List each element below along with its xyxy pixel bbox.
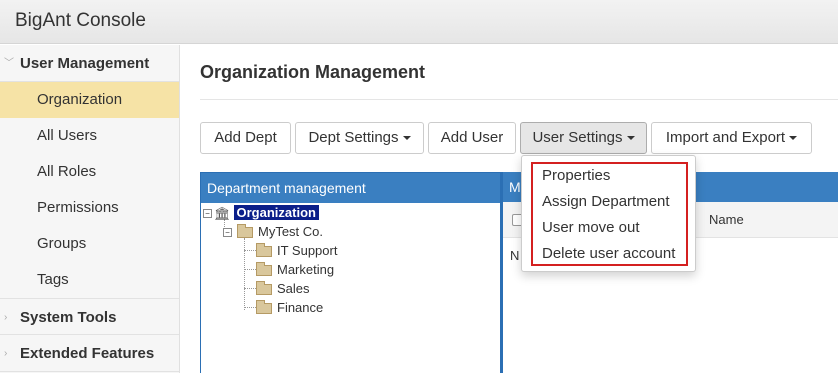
tree-connector (244, 250, 256, 251)
tree-node-label: Organization (233, 205, 319, 220)
tree-node-department[interactable]: Marketing (256, 262, 334, 278)
add-user-button[interactable]: Add User (428, 122, 516, 154)
caret-down-icon (789, 136, 798, 141)
import-export-label: Import and Export (665, 129, 786, 146)
chevron-right-icon: › (4, 348, 8, 359)
add-dept-label: Add Dept (214, 129, 277, 146)
user-settings-dropdown: Properties Assign Department User move o… (521, 155, 696, 272)
folder-icon (256, 243, 272, 258)
tree-node-label: IT Support (277, 243, 338, 258)
tree-node-department[interactable]: IT Support (256, 243, 337, 259)
caret-down-icon (402, 136, 411, 141)
sidebar-item-tags[interactable]: Tags (0, 262, 179, 298)
sidebar-section-extended-features[interactable]: › Extended Features (0, 335, 179, 372)
building-icon: 🏛 (214, 205, 231, 221)
add-user-label: Add User (440, 129, 504, 146)
main-content: Organization Management Add Dept Dept Se… (181, 45, 838, 373)
tree-connector (244, 269, 256, 270)
tree-node-label: Finance (277, 300, 324, 315)
user-settings-button[interactable]: User Settings (520, 122, 647, 154)
folder-icon (237, 224, 253, 239)
dept-settings-label: Dept Settings (308, 129, 399, 146)
add-dept-button[interactable]: Add Dept (200, 122, 291, 154)
menu-item-user-move-out[interactable]: User move out (542, 219, 640, 236)
tree-connector (244, 288, 256, 289)
tree-node-company[interactable]: − MyTest Co. (223, 224, 323, 240)
table-row: N (510, 248, 520, 263)
folder-icon (256, 262, 272, 277)
tree-node-department[interactable]: Sales (256, 281, 310, 297)
column-header-name[interactable]: Name (709, 212, 744, 227)
menu-item-delete-user-account[interactable]: Delete user account (542, 245, 675, 262)
collapse-icon[interactable]: − (223, 228, 232, 238)
department-panel: Department management − 🏛 Organization − My… (200, 172, 501, 373)
menu-item-properties[interactable]: Properties (542, 167, 610, 184)
user-settings-label: User Settings (532, 129, 623, 146)
sidebar-section-system-tools[interactable]: › System Tools (0, 298, 179, 335)
tree-node-label: Marketing (277, 262, 335, 277)
sidebar-item-permissions[interactable]: Permissions (0, 190, 179, 226)
import-export-button[interactable]: Import and Export (651, 122, 812, 154)
folder-icon (256, 281, 272, 296)
sidebar-section-user-management[interactable]: ﹀ User Management (0, 45, 179, 82)
menu-item-assign-department[interactable]: Assign Department (542, 193, 670, 210)
page-title: Organization Management (200, 62, 426, 82)
tree-node-department[interactable]: Finance (256, 300, 323, 316)
department-panel-title: Department management (201, 173, 500, 203)
sidebar-section-label: User Management (20, 55, 150, 72)
sidebar-item-all-users[interactable]: All Users (0, 118, 179, 154)
folder-icon (256, 300, 272, 315)
app-title: BigAnt Console (15, 10, 146, 31)
sidebar-item-organization[interactable]: Organization (0, 82, 179, 118)
chevron-down-icon: ﹀ (4, 58, 14, 69)
sidebar-item-groups[interactable]: Groups (0, 226, 179, 262)
sidebar-section-label: System Tools (20, 309, 117, 326)
tree-node-label: MyTest Co. (258, 224, 324, 239)
tree-connector (244, 307, 256, 308)
tree-connector (244, 238, 245, 310)
caret-down-icon (626, 136, 635, 141)
chevron-right-icon: › (4, 312, 8, 323)
tree-node-organization[interactable]: − 🏛 Organization (203, 205, 319, 221)
dept-settings-button[interactable]: Dept Settings (295, 122, 424, 154)
title-bar: BigAnt Console (0, 0, 838, 44)
sidebar-item-all-roles[interactable]: All Roles (0, 154, 179, 190)
sidebar: ﹀ User Management Organization All Users… (0, 45, 180, 373)
sidebar-section-label: Extended Features (20, 345, 155, 362)
collapse-icon[interactable]: − (203, 209, 212, 219)
tree-node-label: Sales (277, 281, 310, 296)
divider (200, 99, 838, 100)
